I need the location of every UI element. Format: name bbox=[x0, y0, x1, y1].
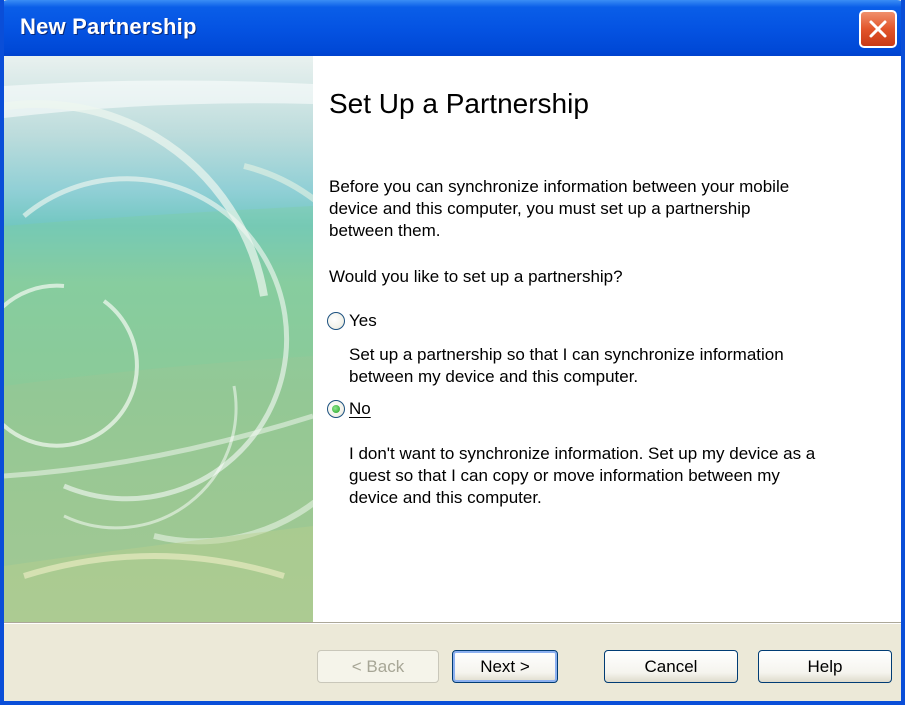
next-button[interactable]: Next > bbox=[452, 650, 558, 683]
wizard-content-pane: Set Up a Partnership Before you can sync… bbox=[313, 56, 901, 622]
no-option-description: I don't want to synchronize information.… bbox=[349, 444, 816, 507]
title-bar[interactable]: New Partnership bbox=[4, 0, 901, 60]
close-button[interactable] bbox=[859, 10, 897, 48]
no-radio-option[interactable]: No bbox=[327, 399, 371, 419]
yes-radio-button[interactable] bbox=[327, 312, 345, 330]
button-bar-separator bbox=[4, 622, 901, 624]
no-radio-label[interactable]: No bbox=[349, 399, 371, 419]
back-button[interactable]: < Back bbox=[317, 650, 439, 683]
new-partnership-dialog: New Partnership Set Up a Partnership Bef… bbox=[0, 0, 905, 705]
cancel-button[interactable]: Cancel bbox=[604, 650, 738, 683]
yes-radio-option[interactable]: Yes bbox=[327, 311, 377, 331]
yes-radio-label[interactable]: Yes bbox=[349, 311, 377, 331]
question-text: Would you like to set up a partnership? bbox=[329, 267, 623, 286]
page-title: Set Up a Partnership bbox=[329, 88, 589, 119]
swirl-artwork-icon bbox=[4, 80, 313, 622]
help-button[interactable]: Help bbox=[758, 650, 892, 683]
yes-option-description: Set up a partnership so that I can synch… bbox=[349, 345, 784, 386]
window-title: New Partnership bbox=[20, 14, 197, 39]
wizard-side-artwork bbox=[4, 56, 313, 622]
intro-text: Before you can synchronize information b… bbox=[329, 177, 790, 240]
no-radio-button[interactable] bbox=[327, 400, 345, 418]
close-icon bbox=[869, 20, 887, 38]
